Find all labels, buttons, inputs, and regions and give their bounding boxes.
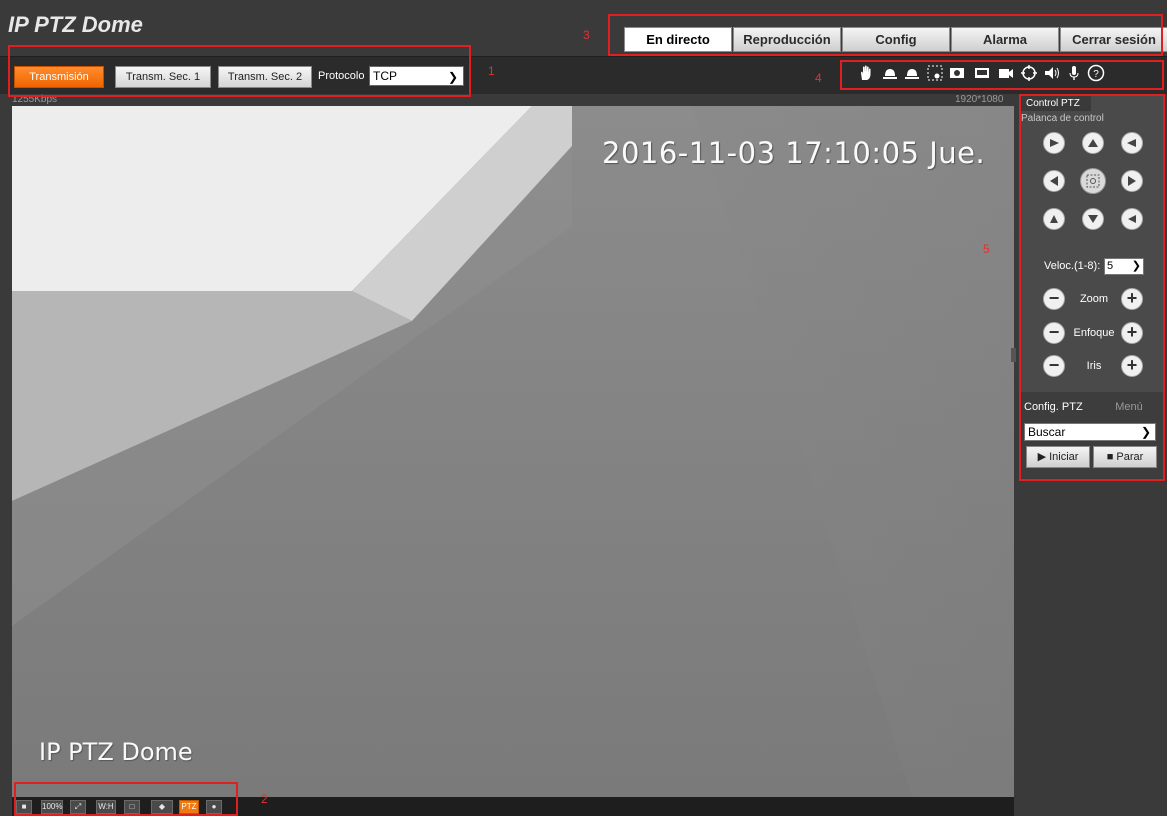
annotation-number-5: 5 bbox=[983, 242, 990, 256]
annotation-box-5 bbox=[1019, 94, 1165, 481]
annotation-number-4: 4 bbox=[815, 71, 822, 85]
panel-collapse-handle[interactable] bbox=[1011, 348, 1016, 362]
osd-timestamp: 2016-11-03 17:10:05 Jue. bbox=[602, 136, 986, 170]
resolution-readout: 1920*1080 bbox=[955, 94, 1004, 105]
annotation-number-2: 2 bbox=[261, 792, 268, 806]
annotation-box-1 bbox=[8, 45, 471, 97]
annotation-number-3: 3 bbox=[583, 28, 590, 42]
video-scene bbox=[12, 106, 1014, 797]
app-title: IP PTZ Dome bbox=[8, 12, 143, 37]
annotation-box-2 bbox=[14, 782, 238, 816]
annotation-box-4 bbox=[840, 60, 1164, 90]
annotation-box-3 bbox=[608, 14, 1163, 56]
live-video-view[interactable]: 2016-11-03 17:10:05 Jue. IP PTZ Dome bbox=[12, 106, 1014, 797]
osd-channel-name: IP PTZ Dome bbox=[39, 738, 193, 766]
app-window: IP PTZ Dome En directo Reproducción Conf… bbox=[0, 0, 1167, 816]
annotation-number-1: 1 bbox=[488, 64, 495, 78]
